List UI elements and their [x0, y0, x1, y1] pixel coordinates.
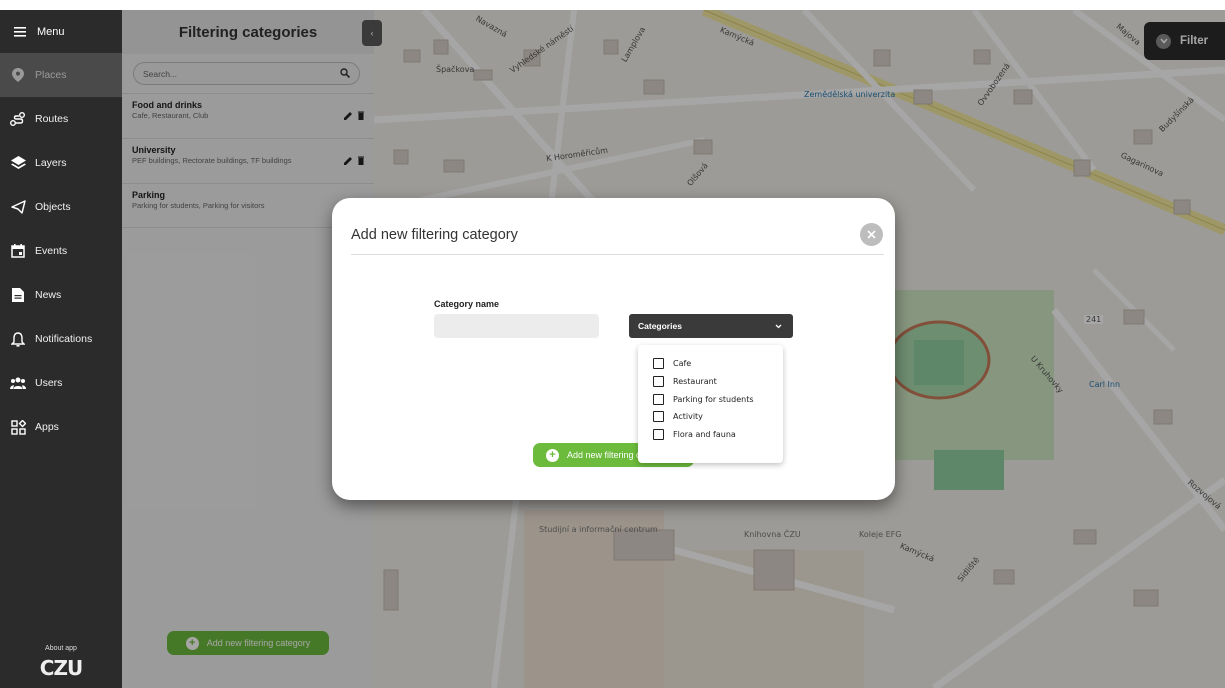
apps-icon	[10, 419, 26, 435]
menu-item-events[interactable]: Events	[0, 229, 122, 273]
menu-footer: About app CZU	[0, 645, 122, 680]
layers-icon	[10, 155, 26, 171]
app-window: Špačkova Vyhledské náměstí Navazná Lampl…	[0, 0, 1225, 688]
bell-icon	[10, 331, 26, 347]
menu-item-users[interactable]: Users	[0, 361, 122, 405]
menu-item-label: Places	[35, 69, 67, 81]
menu-item-label: Routes	[35, 113, 69, 125]
dropdown-label: Categories	[638, 321, 682, 331]
menu-item-label: Users	[35, 377, 63, 389]
menu-title: Menu	[37, 25, 65, 38]
map-pin-icon	[10, 67, 26, 83]
dropdown-option[interactable]: Activity	[638, 408, 783, 426]
menu-item-notifications[interactable]: Notifications	[0, 317, 122, 361]
chevron-down-icon	[775, 321, 782, 331]
menu-item-apps[interactable]: Apps	[0, 405, 122, 449]
add-category-modal: Add new filtering category Category name…	[332, 198, 895, 500]
dropdown-option[interactable]: Restaurant	[638, 373, 783, 391]
dropdown-option[interactable]: Cafe	[638, 355, 783, 373]
menu-item-routes[interactable]: Routes	[0, 97, 122, 141]
categories-dropdown-menu: Cafe Restaurant Parking for students Act…	[638, 345, 783, 463]
category-name-label: Category name	[434, 299, 500, 309]
checkbox[interactable]	[653, 393, 664, 405]
option-label: Flora and fauna	[673, 430, 736, 440]
menu-item-places[interactable]: Places	[0, 53, 122, 97]
czu-logo: CZU	[39, 656, 83, 680]
news-icon	[10, 287, 26, 303]
menu-item-label: Events	[35, 245, 68, 257]
categories-dropdown[interactable]: Categories	[629, 314, 793, 338]
option-label: Cafe	[673, 359, 692, 369]
dropdown-option[interactable]: Flora and fauna	[638, 426, 783, 444]
about-app-link[interactable]: About app	[0, 645, 122, 652]
close-button[interactable]	[860, 223, 883, 246]
menu-item-label: News	[35, 289, 62, 301]
checkbox[interactable]	[653, 358, 664, 370]
menu-item-label: Objects	[35, 201, 71, 213]
option-label: Restaurant	[673, 377, 717, 387]
menu-item-objects[interactable]: Objects	[0, 185, 122, 229]
option-label: Activity	[673, 412, 703, 422]
dropdown-option[interactable]: Parking for students	[638, 390, 783, 408]
checkbox[interactable]	[653, 411, 664, 423]
hamburger-icon[interactable]	[12, 24, 28, 40]
calendar-icon	[10, 243, 26, 259]
menu-item-news[interactable]: News	[0, 273, 122, 317]
checkbox[interactable]	[653, 376, 664, 388]
modal-title: Add new filtering category	[351, 227, 518, 243]
close-icon	[867, 227, 876, 242]
menu-item-label: Notifications	[35, 333, 93, 345]
menu-header[interactable]: Menu	[0, 10, 122, 53]
category-name-input[interactable]	[434, 314, 599, 338]
modal-divider	[351, 254, 884, 255]
objects-icon	[10, 199, 26, 215]
users-icon	[10, 375, 26, 391]
checkbox[interactable]	[653, 429, 664, 441]
main-menu: Menu Places Routes Layers Objects Events…	[0, 10, 122, 688]
menu-item-label: Layers	[35, 157, 67, 169]
menu-item-layers[interactable]: Layers	[0, 141, 122, 185]
menu-item-label: Apps	[35, 421, 59, 433]
plus-circle-icon: +	[546, 448, 559, 462]
option-label: Parking for students	[673, 394, 754, 404]
route-icon	[10, 111, 26, 127]
